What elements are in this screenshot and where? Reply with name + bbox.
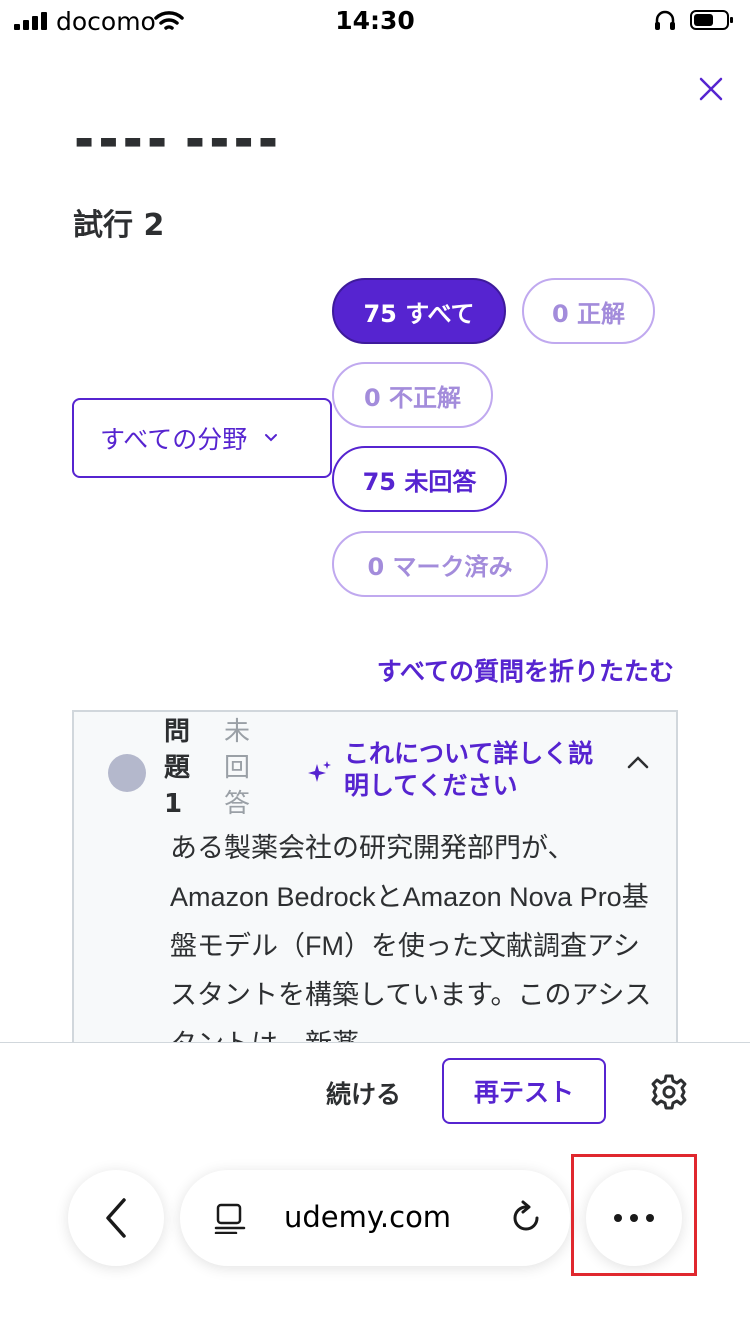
- retest-button[interactable]: 再テスト: [442, 1058, 606, 1124]
- question-label: 問題 1: [164, 717, 191, 819]
- scrolled-off-text: ▪▪▪▪ ▪▪▪▪ ▪▪▪: [74, 138, 334, 158]
- continue-button[interactable]: 続ける: [326, 1075, 401, 1111]
- headphones-icon: [655, 10, 675, 30]
- close-icon[interactable]: [694, 72, 728, 106]
- explain-link[interactable]: これについて詳しく説明してください: [344, 738, 604, 802]
- gear-icon[interactable]: [650, 1073, 688, 1111]
- attempt-title: 試行 2: [73, 208, 165, 243]
- area-dropdown[interactable]: すべての分野: [72, 398, 332, 478]
- back-button[interactable]: [68, 1170, 164, 1266]
- filter-correct[interactable]: 0 正解: [522, 278, 655, 344]
- action-bar: 続ける 再テスト: [0, 1042, 750, 1142]
- area-dropdown-label: すべての分野: [100, 425, 248, 454]
- filter-unanswered[interactable]: 75 未回答: [332, 446, 507, 512]
- collapse-all-link[interactable]: すべての質問を折りたたむ: [377, 652, 674, 688]
- question-status-dot: [108, 754, 146, 792]
- chevron-up-icon[interactable]: [626, 754, 650, 770]
- chevron-left-icon: [106, 1198, 126, 1238]
- sparkle-icon: [308, 761, 331, 782]
- clock: 14:30: [335, 6, 415, 35]
- question-card: 問題 1 未回答 これについて詳しく説明してください ある製薬会社の研究開発部門…: [72, 710, 678, 1050]
- status-bar: docomo 14:30: [0, 0, 750, 44]
- reload-icon[interactable]: [510, 1200, 542, 1234]
- browser-toolbar: udemy.com: [0, 1142, 750, 1334]
- battery-icon: [690, 10, 733, 30]
- chevron-down-icon: [265, 434, 278, 442]
- question-status: 未回答: [224, 717, 251, 819]
- filter-all[interactable]: 75 すべて: [332, 278, 506, 344]
- reader-mode-icon[interactable]: [214, 1202, 246, 1234]
- filter-marked[interactable]: 0 マーク済み: [332, 531, 548, 597]
- question-text: ある製薬会社の研究開発部門が、Amazon BedrockとAmazon Nov…: [170, 833, 652, 1050]
- filter-incorrect[interactable]: 0 不正解: [332, 362, 493, 428]
- highlight-box: [571, 1154, 697, 1276]
- url-text: udemy.com: [284, 1200, 452, 1234]
- address-bar[interactable]: udemy.com: [180, 1170, 570, 1266]
